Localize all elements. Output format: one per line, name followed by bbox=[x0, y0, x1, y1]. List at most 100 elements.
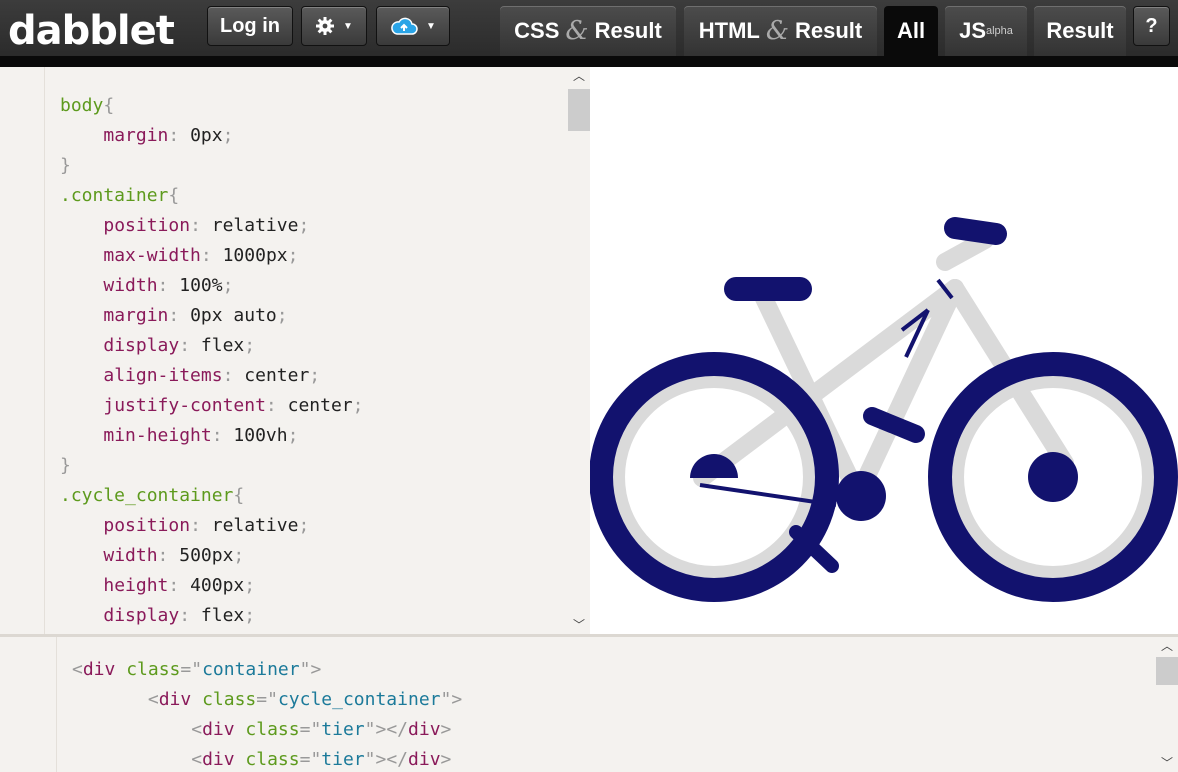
css-property: min-height bbox=[103, 425, 212, 446]
css-code[interactable]: body{ margin: 0px;} .container{ position:… bbox=[60, 91, 363, 634]
chevron-down-icon: ▼ bbox=[343, 20, 353, 32]
code-punct: : bbox=[222, 365, 245, 386]
css-value: flex bbox=[200, 335, 245, 356]
result-preview bbox=[590, 67, 1178, 634]
app-logo[interactable]: dabblet bbox=[8, 6, 175, 56]
tab-js[interactable]: JS alpha bbox=[945, 6, 1027, 56]
code-punct: : bbox=[179, 335, 201, 356]
tab-html-result[interactable]: HTML & Result bbox=[684, 6, 877, 56]
code-punct: ; bbox=[222, 125, 234, 146]
code-punct: : bbox=[200, 245, 223, 266]
code-angle: < bbox=[191, 749, 203, 770]
code-angle: </ bbox=[386, 749, 409, 770]
css-selector: .container bbox=[60, 185, 169, 206]
code-punct: ; bbox=[244, 335, 256, 356]
html-attr: class bbox=[245, 749, 300, 770]
scroll-up-icon[interactable]: ︿ bbox=[1156, 637, 1178, 655]
html-editor[interactable]: <div class="container"> <div class="cycl… bbox=[0, 637, 1156, 772]
code-line: <div class="tier"></div> bbox=[72, 715, 462, 745]
html-scrollbar[interactable]: ︿ ﹀ bbox=[1156, 637, 1178, 772]
css-value: center bbox=[287, 395, 353, 416]
scroll-up-icon[interactable]: ︿ bbox=[568, 67, 590, 85]
code-line: align-items: center; bbox=[60, 361, 363, 391]
code-punct: ; bbox=[287, 425, 299, 446]
code-line: margin: 0px auto; bbox=[60, 301, 363, 331]
tab-label: HTML bbox=[698, 18, 760, 43]
css-property: max-width bbox=[103, 245, 201, 266]
css-editor[interactable]: body{ margin: 0px;} .container{ position:… bbox=[0, 67, 568, 634]
code-punct: ; bbox=[244, 605, 256, 626]
tab-result[interactable]: Result bbox=[1034, 6, 1126, 56]
settings-button[interactable]: ▼ bbox=[301, 6, 367, 46]
code-punct: : bbox=[168, 575, 191, 596]
cloud-save-button[interactable]: ▼ bbox=[376, 6, 450, 46]
code-brace: } bbox=[60, 155, 71, 176]
html-attr-value: tier bbox=[321, 719, 365, 740]
code-angle: < bbox=[72, 659, 83, 680]
code-brace: { bbox=[103, 95, 115, 116]
code-brace: { bbox=[168, 185, 180, 206]
tab-amp: & bbox=[565, 16, 589, 46]
scroll-down-icon[interactable]: ﹀ bbox=[1156, 754, 1178, 772]
css-value: 400px bbox=[190, 575, 245, 596]
tab-all[interactable]: All bbox=[884, 6, 938, 56]
code-line: .container{ bbox=[60, 181, 363, 211]
css-property: margin bbox=[103, 305, 169, 326]
html-attr: class bbox=[245, 719, 300, 740]
tab-label: Result bbox=[795, 18, 863, 43]
code-line: min-height: 100vh; bbox=[60, 421, 363, 451]
code-punct: ; bbox=[352, 395, 364, 416]
code-angle: < bbox=[147, 689, 159, 710]
code-line: width: 100%; bbox=[60, 271, 363, 301]
code-punct: ; bbox=[309, 365, 321, 386]
scroll-down-icon[interactable]: ﹀ bbox=[568, 616, 590, 634]
css-value: relative bbox=[211, 215, 299, 236]
code-line: .cycle_container{ bbox=[60, 481, 363, 511]
css-value: 500px bbox=[179, 545, 234, 566]
code-punct: ; bbox=[276, 305, 288, 326]
css-property: margin bbox=[103, 125, 169, 146]
css-value: 0px bbox=[190, 125, 223, 146]
html-scroll-thumb[interactable] bbox=[1156, 657, 1178, 685]
css-value: 100% bbox=[179, 275, 223, 296]
tab-label: Result bbox=[594, 18, 662, 43]
bicycle-illustration bbox=[590, 217, 1178, 602]
code-punct: : bbox=[157, 275, 180, 296]
login-label: Log in bbox=[220, 14, 280, 37]
code-punct: : bbox=[179, 605, 201, 626]
css-value: 1000px bbox=[222, 245, 288, 266]
tab-label: JS bbox=[959, 18, 986, 43]
login-button[interactable]: Log in bbox=[207, 6, 293, 46]
html-code[interactable]: <div class="container"> <div class="cycl… bbox=[72, 655, 462, 772]
code-line: } bbox=[60, 151, 363, 181]
cloud-upload-icon bbox=[391, 17, 418, 35]
css-scroll-thumb[interactable] bbox=[568, 89, 590, 131]
css-value: flex bbox=[200, 605, 245, 626]
code-punct: =" bbox=[299, 719, 322, 740]
gear-icon bbox=[316, 17, 335, 35]
help-button[interactable]: ? bbox=[1133, 6, 1170, 46]
css-scrollbar[interactable]: ︿ ﹀ bbox=[568, 67, 590, 634]
code-punct: "> bbox=[440, 689, 463, 710]
css-property: justify-content bbox=[103, 395, 266, 416]
code-line: <div class="tier"></div> bbox=[72, 745, 462, 772]
css-value: 100vh bbox=[233, 425, 288, 446]
code-punct: "> bbox=[364, 749, 387, 770]
code-line: <div class="container"> bbox=[72, 655, 462, 685]
code-line: margin: 0px; bbox=[60, 121, 363, 151]
code-line: max-width: 1000px; bbox=[60, 241, 363, 271]
code-line: display: flex; bbox=[60, 331, 363, 361]
code-line: <div class="cycle_container"> bbox=[72, 685, 462, 715]
html-attr-value: tier bbox=[321, 749, 365, 770]
tab-css-result[interactable]: CSS & Result bbox=[500, 6, 676, 56]
css-selector: body bbox=[60, 95, 104, 116]
code-angle: </ bbox=[386, 719, 409, 740]
code-punct: : bbox=[190, 215, 212, 236]
code-punct: "> bbox=[299, 659, 322, 680]
code-line: body{ bbox=[60, 91, 363, 121]
code-angle: > bbox=[440, 719, 452, 740]
css-property: position bbox=[103, 215, 191, 236]
tab-amp: & bbox=[765, 16, 789, 46]
code-punct: =" bbox=[256, 689, 278, 710]
code-line: position: relative; bbox=[60, 211, 363, 241]
